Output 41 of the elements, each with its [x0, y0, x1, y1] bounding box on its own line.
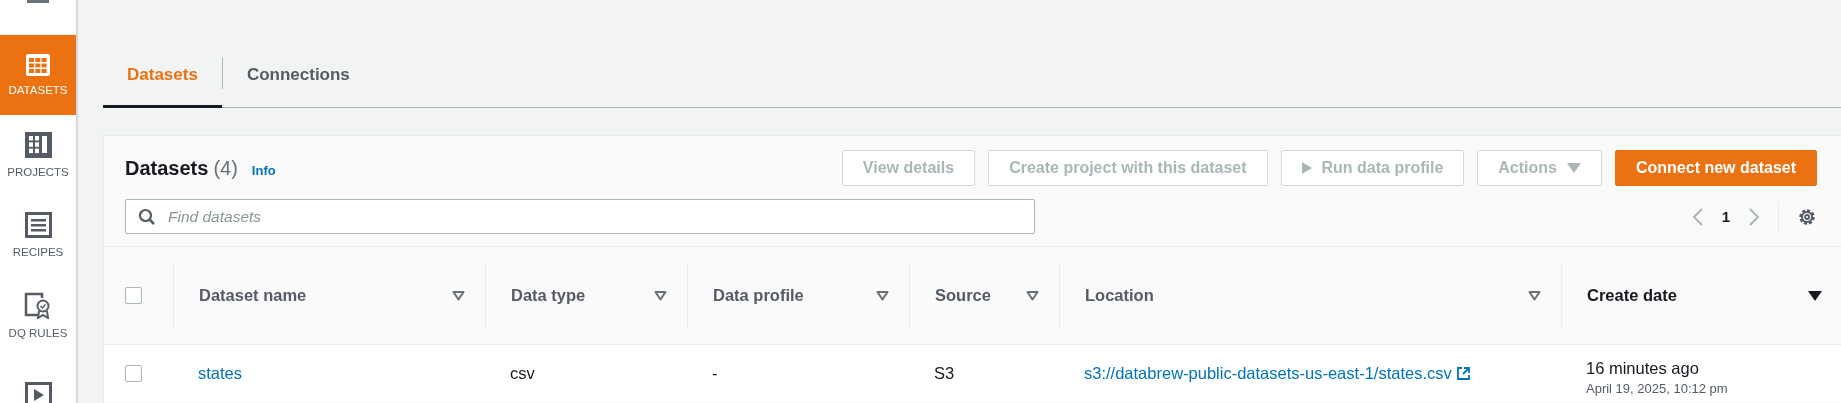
play-icon: [24, 382, 52, 403]
settings-icon[interactable]: [1797, 206, 1817, 227]
certificate-icon: [24, 291, 52, 319]
caret-down-icon: [1566, 163, 1581, 173]
sort-icon[interactable]: [452, 290, 465, 301]
search-icon: [138, 207, 156, 226]
column-header: Dataset name: [199, 286, 307, 305]
column-header: Data profile: [713, 286, 804, 305]
info-link[interactable]: Info: [251, 162, 276, 178]
play-icon: [1301, 162, 1312, 174]
select-all-checkbox[interactable]: [125, 287, 142, 304]
row-checkbox[interactable]: [125, 365, 142, 382]
table-cell: csv: [510, 364, 535, 383]
table-cell: S3: [934, 364, 955, 383]
tab[interactable]: Connections: [222, 44, 374, 108]
sort-icon[interactable]: [654, 290, 667, 301]
column-header: Location: [1085, 286, 1154, 305]
grid-icon: [24, 132, 52, 158]
page-number[interactable]: 1: [1721, 208, 1730, 225]
menu-icon[interactable]: [27, 0, 49, 4]
column-header: Data type: [511, 286, 586, 305]
sort-icon[interactable]: [876, 290, 889, 301]
sort-descending-icon[interactable]: [1808, 290, 1822, 301]
sidebar-item[interactable]: DATASETS: [0, 35, 76, 115]
dataset-link[interactable]: states: [198, 364, 243, 383]
column-header: Source: [935, 286, 991, 305]
search-field[interactable]: Find datasets: [166, 206, 1022, 227]
action-button[interactable]: Connect new dataset: [1614, 150, 1817, 186]
search-box[interactable]: Find datasets: [125, 199, 1035, 234]
dataset-count: (4): [213, 156, 238, 180]
panel-title: Datasets: [125, 156, 209, 180]
create-date: April 19, 2025, 10:12 pm: [1586, 381, 1728, 396]
list-icon: [24, 212, 52, 238]
external-link-icon: [1456, 367, 1470, 380]
column-header: Create date: [1587, 286, 1677, 305]
tab[interactable]: Datasets: [103, 44, 222, 108]
sort-icon[interactable]: [1528, 290, 1541, 301]
table-cell: -: [712, 364, 718, 383]
sort-icon[interactable]: [1026, 290, 1039, 301]
relative-date: 16 minutes ago: [1586, 359, 1700, 378]
grid-icon: [26, 54, 50, 76]
